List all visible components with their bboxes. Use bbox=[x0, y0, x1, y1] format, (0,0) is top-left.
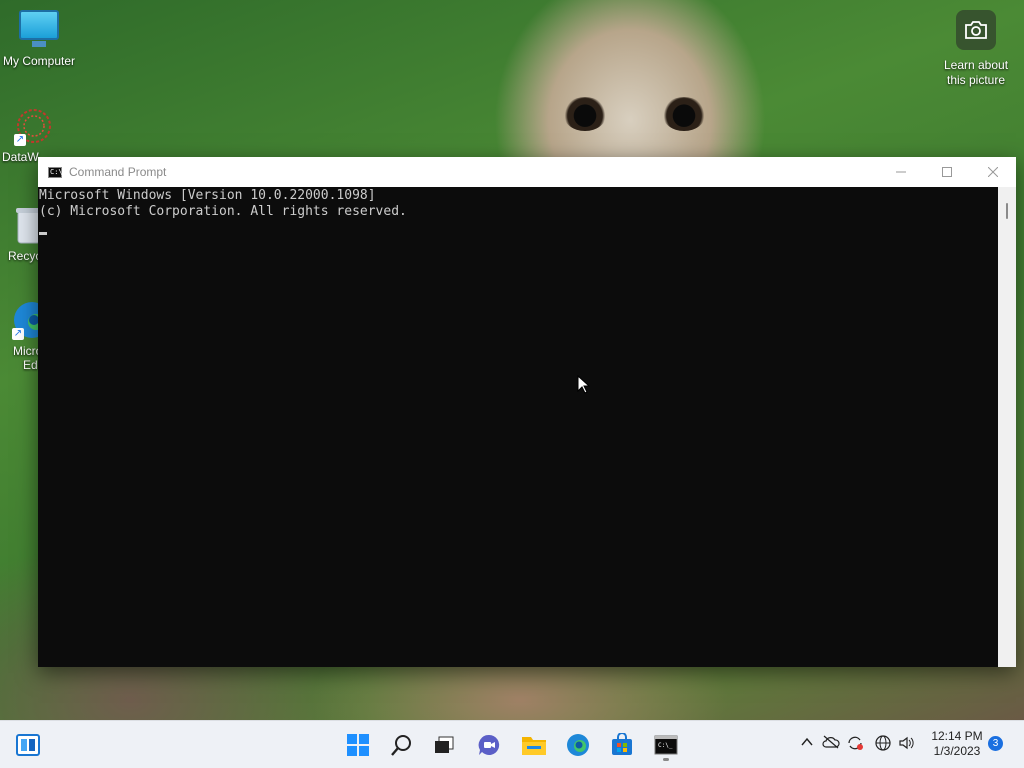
taskbar: C:\_ 12:14 PM 1/3/2023 bbox=[0, 720, 1024, 768]
maximize-button[interactable] bbox=[924, 157, 970, 187]
edge-icon bbox=[567, 734, 589, 756]
clock-time: 12:14 PM bbox=[931, 729, 983, 743]
onedrive-icon bbox=[822, 735, 840, 749]
chat-icon bbox=[478, 734, 500, 755]
learn-about-picture[interactable]: Learn about this picture bbox=[936, 10, 1016, 88]
console-line: (c) Microsoft Corporation. All rights re… bbox=[39, 204, 407, 219]
wallpaper-detail bbox=[662, 97, 706, 131]
file-explorer-button[interactable] bbox=[518, 729, 550, 761]
search-button[interactable] bbox=[386, 729, 418, 761]
svg-text:C:\_: C:\_ bbox=[658, 742, 673, 749]
sync-tray-button[interactable] bbox=[846, 735, 864, 754]
monitor-icon bbox=[19, 10, 59, 50]
shortcut-arrow-icon: ↗ bbox=[12, 328, 24, 340]
command-prompt-taskbar-button[interactable]: C:\_ bbox=[650, 729, 682, 761]
desktop-icon-datawrapper[interactable]: ↗ DataW bbox=[0, 106, 54, 164]
start-button[interactable] bbox=[342, 729, 374, 761]
text-cursor bbox=[39, 232, 47, 235]
network-tray-button[interactable] bbox=[874, 735, 892, 754]
task-view-button[interactable] bbox=[428, 729, 460, 761]
minimize-button[interactable] bbox=[878, 157, 924, 187]
notification-badge[interactable]: 3 bbox=[988, 736, 1003, 751]
file-explorer-icon bbox=[522, 737, 546, 755]
show-hidden-icons-button[interactable] bbox=[800, 735, 814, 752]
vertical-scrollbar[interactable] bbox=[998, 187, 1016, 667]
minimize-icon bbox=[896, 171, 906, 173]
camera-icon bbox=[956, 10, 996, 50]
search-icon bbox=[391, 735, 411, 756]
volume-icon bbox=[899, 736, 914, 750]
volume-tray-button[interactable] bbox=[898, 735, 916, 754]
onedrive-tray-button[interactable] bbox=[822, 735, 840, 752]
mouse-pointer-icon bbox=[577, 375, 591, 394]
active-app-indicator bbox=[663, 758, 669, 761]
datawrapper-icon: ↗ bbox=[14, 106, 54, 146]
task-view-icon bbox=[435, 736, 454, 753]
edge-button[interactable] bbox=[562, 729, 594, 761]
desktop-icon-label: My Computer bbox=[2, 54, 76, 68]
maximize-icon bbox=[942, 167, 952, 177]
clock-button[interactable]: 12:14 PM 1/3/2023 bbox=[926, 729, 988, 759]
widgets-button[interactable] bbox=[12, 729, 44, 761]
learn-about-line: this picture bbox=[946, 73, 1006, 87]
learn-about-line: Learn about bbox=[943, 58, 1009, 72]
window-title: Command Prompt bbox=[69, 165, 167, 179]
close-icon bbox=[988, 167, 998, 177]
network-icon bbox=[875, 735, 891, 751]
console-line: Microsoft Windows [Version 10.0.22000.10… bbox=[39, 188, 376, 203]
clock-date: 1/3/2023 bbox=[933, 744, 981, 758]
desktop-icon-my-computer[interactable]: My Computer bbox=[0, 10, 78, 68]
terminal-icon: C:\_ bbox=[654, 735, 678, 755]
chevron-up-icon bbox=[801, 737, 813, 746]
chat-button[interactable] bbox=[473, 729, 505, 761]
command-prompt-window[interactable]: C:\ Command Prompt Microsoft Windows [Ve… bbox=[38, 157, 1016, 667]
shortcut-arrow-icon: ↗ bbox=[14, 134, 26, 146]
console-output[interactable]: Microsoft Windows [Version 10.0.22000.10… bbox=[38, 187, 998, 667]
window-titlebar[interactable]: C:\ Command Prompt bbox=[38, 157, 1016, 187]
close-button[interactable] bbox=[970, 157, 1016, 187]
wallpaper-detail bbox=[563, 97, 607, 131]
cmd-app-icon: C:\ bbox=[48, 166, 63, 178]
widgets-icon bbox=[16, 734, 40, 756]
store-icon bbox=[612, 733, 632, 755]
start-icon bbox=[347, 734, 369, 756]
sync-icon bbox=[848, 736, 863, 750]
scrollbar-thumb[interactable] bbox=[1006, 203, 1008, 219]
store-button[interactable] bbox=[606, 729, 638, 761]
